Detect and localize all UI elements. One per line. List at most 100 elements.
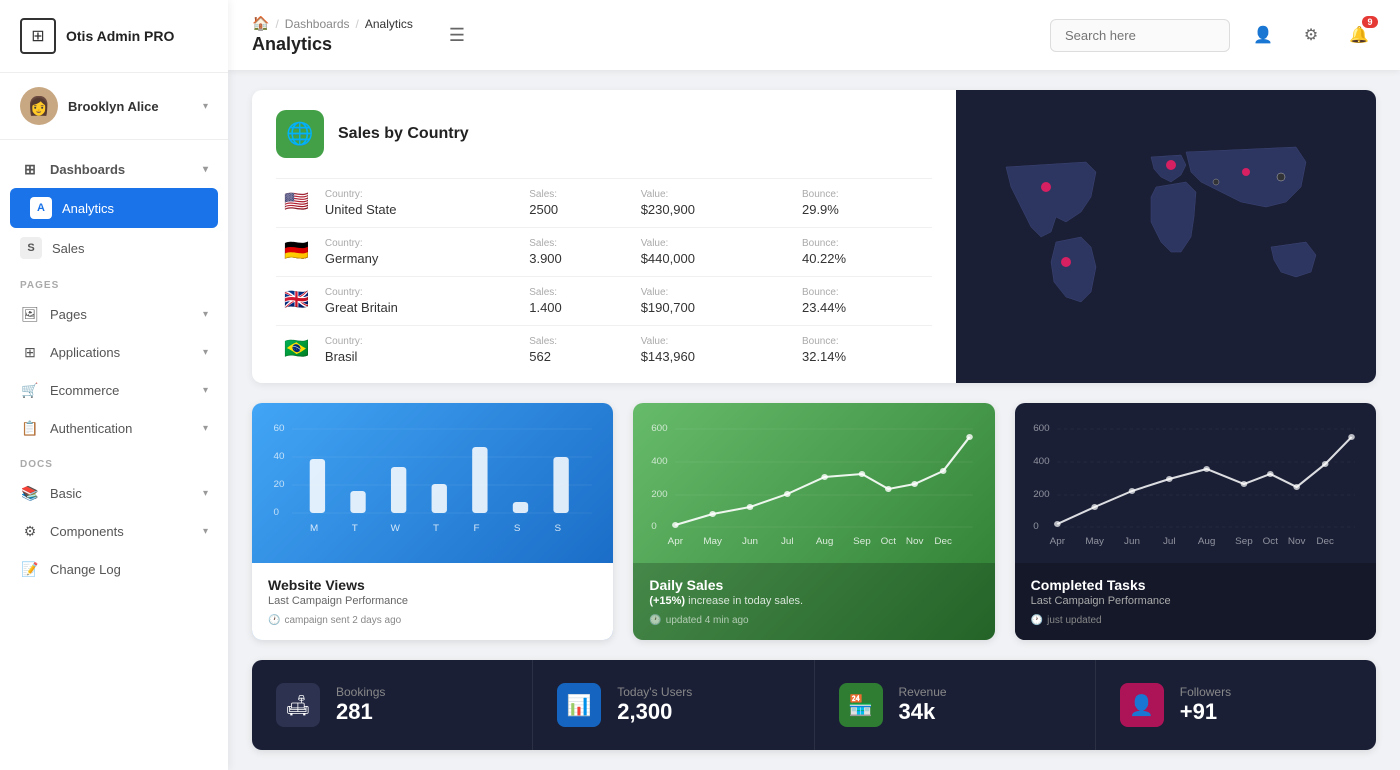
chevron-icon: ▾	[203, 164, 208, 175]
changelog-icon: 📝	[20, 559, 40, 579]
pages-section-label: PAGES	[0, 268, 228, 295]
breadcrumb: 🏠 / Dashboards / Analytics	[252, 15, 413, 32]
sidebar-item-authentication[interactable]: 📋 Authentication ▾	[0, 409, 228, 447]
svg-text:Oct: Oct	[1262, 536, 1278, 546]
avatar: 👩	[20, 87, 58, 125]
sidebar-item-label-ecommerce: Ecommerce	[50, 383, 193, 398]
daily-sales-subtitle: (+15%) increase in today sales.	[649, 595, 978, 607]
globe-icon: 🌐	[276, 110, 324, 158]
svg-text:Oct: Oct	[881, 536, 897, 546]
notification-badge: 9	[1362, 16, 1378, 28]
sidebar-user[interactable]: 👩 Brooklyn Alice ▾	[0, 73, 228, 140]
sidebar-item-dashboards[interactable]: ⊞ Dashboards ▾	[0, 150, 228, 188]
stat-value: 281	[336, 699, 385, 725]
stat-item: 🛋 Bookings 281	[252, 660, 533, 750]
stat-label: Bookings	[336, 685, 385, 699]
stat-item: 👤 Followers +91	[1096, 660, 1376, 750]
line-chart-svg-green: 600 400 200 0	[649, 419, 978, 559]
sidebar-item-analytics[interactable]: A Analytics	[10, 188, 218, 228]
pages-icon: 🖼	[20, 304, 40, 324]
sidebar-item-label-analytics: Analytics	[62, 201, 198, 216]
sidebar-item-sales[interactable]: S Sales	[0, 228, 228, 268]
sales-map	[956, 90, 1376, 383]
website-views-info: Website Views Last Campaign Performance …	[252, 563, 613, 640]
svg-text:Jun: Jun	[1124, 536, 1140, 546]
sidebar-item-ecommerce[interactable]: 🛒 Ecommerce ▾	[0, 371, 228, 409]
svg-text:F: F	[474, 523, 480, 533]
page-title: Analytics	[252, 34, 413, 55]
country-table: 🇺🇸 Country: United State Sales: 2500 Val…	[276, 178, 932, 374]
svg-text:Jun: Jun	[742, 536, 758, 546]
completed-tasks-info: Completed Tasks Last Campaign Performanc…	[1015, 563, 1376, 640]
country-table-row: 🇬🇧 Country: Great Britain Sales: 1.400 V…	[276, 277, 932, 326]
sales-header: 🌐 Sales by Country	[276, 110, 932, 158]
daily-sales-title: Daily Sales	[649, 577, 978, 593]
chart-row: 60 40 20 0	[252, 403, 1376, 640]
stat-value: 34k	[899, 699, 947, 725]
world-map-svg	[966, 117, 1366, 357]
breadcrumb-current: Analytics	[365, 17, 413, 31]
website-views-subtitle: Last Campaign Performance	[268, 595, 597, 607]
home-icon: 🏠	[252, 15, 269, 32]
sidebar-item-basic[interactable]: 📚 Basic ▾	[0, 474, 228, 512]
line-chart-svg-dark: 600 400 200 0	[1031, 419, 1360, 559]
svg-text:60: 60	[273, 423, 284, 433]
bar-chart-svg: 60 40 20 0	[268, 419, 597, 559]
user-icon-button[interactable]: 👤	[1246, 18, 1280, 52]
svg-text:Apr: Apr	[668, 536, 683, 546]
breadcrumb-sep1: /	[275, 17, 278, 31]
svg-text:W: W	[391, 523, 400, 533]
svg-text:Sep: Sep	[1235, 536, 1253, 546]
svg-text:Dec: Dec	[1316, 536, 1334, 546]
svg-text:0: 0	[652, 521, 657, 531]
sales-left: 🌐 Sales by Country 🇺🇸 Country: United St…	[252, 90, 956, 383]
breadcrumb-sep2: /	[356, 17, 359, 31]
search-input[interactable]	[1050, 19, 1230, 52]
main-area: 🏠 / Dashboards / Analytics Analytics ☰ 👤…	[228, 0, 1400, 770]
basic-icon: 📚	[20, 483, 40, 503]
sidebar-item-applications[interactable]: ⊞ Applications ▾	[0, 333, 228, 371]
notification-button[interactable]: 🔔 9	[1342, 18, 1376, 52]
svg-text:200: 200	[652, 489, 668, 499]
sales-letter-icon: S	[20, 237, 42, 259]
svg-text:T: T	[433, 523, 439, 533]
stat-item: 🏪 Revenue 34k	[815, 660, 1096, 750]
stats-row: 🛋 Bookings 281 📊 Today's Users 2,300 🏪 R…	[252, 660, 1376, 750]
country-table-row: 🇧🇷 Country: Brasil Sales: 562 Value: $14…	[276, 326, 932, 375]
svg-text:0: 0	[1033, 521, 1038, 531]
dashboards-icon: ⊞	[20, 159, 40, 179]
header: 🏠 / Dashboards / Analytics Analytics ☰ 👤…	[228, 0, 1400, 70]
chevron-icon-basic: ▾	[203, 488, 208, 499]
docs-section-label: DOCS	[0, 447, 228, 474]
daily-sales-highlight: (+15%)	[649, 595, 685, 607]
hamburger-icon[interactable]: ☰	[449, 25, 465, 46]
sidebar-item-changelog[interactable]: 📝 Change Log	[0, 550, 228, 588]
settings-icon-button[interactable]: ⚙	[1294, 18, 1328, 52]
sidebar-item-pages[interactable]: 🖼 Pages ▾	[0, 295, 228, 333]
svg-text:M: M	[310, 523, 318, 533]
components-icon: ⚙	[20, 521, 40, 541]
chevron-icon-apps: ▾	[203, 347, 208, 358]
stat-icon: 🛋	[276, 683, 320, 727]
svg-text:Nov: Nov	[1288, 536, 1306, 546]
svg-text:May: May	[704, 536, 723, 546]
sidebar-item-label-pages: Pages	[50, 307, 193, 322]
sidebar-item-components[interactable]: ⚙ Components ▾	[0, 512, 228, 550]
svg-text:Jul: Jul	[1163, 536, 1176, 546]
completed-tasks-title: Completed Tasks	[1031, 577, 1360, 593]
website-views-title: Website Views	[268, 577, 597, 593]
chevron-icon-auth: ▾	[203, 423, 208, 434]
svg-text:600: 600	[1033, 423, 1049, 433]
logo-icon: ⊞	[20, 18, 56, 54]
sidebar-item-label-auth: Authentication	[50, 421, 193, 436]
stat-label: Today's Users	[617, 685, 692, 699]
stat-icon: 🏪	[839, 683, 883, 727]
svg-text:Aug: Aug	[816, 536, 834, 546]
applications-icon: ⊞	[20, 342, 40, 362]
stat-label: Followers	[1180, 685, 1231, 699]
svg-text:S: S	[514, 523, 521, 533]
sidebar-item-label-changelog: Change Log	[50, 562, 208, 577]
svg-text:0: 0	[273, 507, 278, 517]
svg-text:Apr: Apr	[1049, 536, 1064, 546]
sidebar-item-label-sales: Sales	[52, 241, 208, 256]
